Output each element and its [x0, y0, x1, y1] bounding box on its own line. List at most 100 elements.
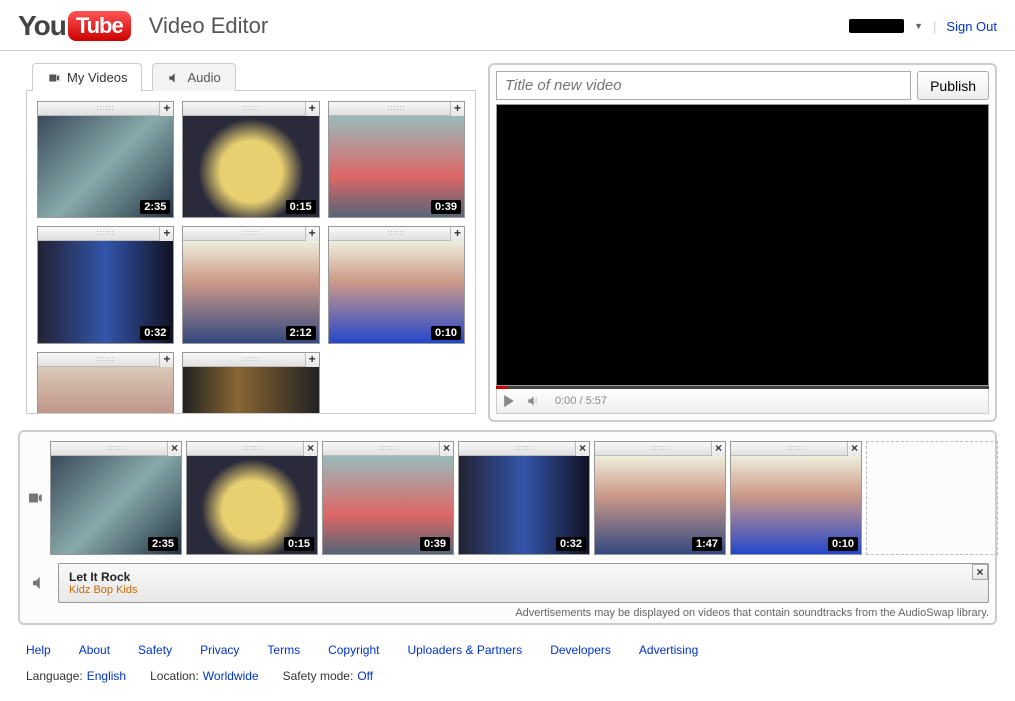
video-clip[interactable]: ::::::×1:47 — [594, 441, 726, 555]
tab-label: My Videos — [67, 70, 127, 85]
add-clip-button[interactable]: + — [305, 227, 319, 241]
empty-timeline-slot[interactable] — [866, 441, 998, 555]
remove-clip-button[interactable]: × — [847, 442, 861, 456]
app-header: You Tube Video Editor ▼ | Sign Out — [0, 0, 1015, 51]
user-menu[interactable] — [849, 19, 904, 33]
video-clip[interactable]: ::::::×0:15 — [186, 441, 318, 555]
drag-handle-icon[interactable]: :::::: — [97, 230, 115, 237]
footer-link[interactable]: Developers — [550, 643, 611, 657]
add-clip-button[interactable]: + — [450, 227, 464, 241]
audio-clip[interactable]: Let It Rock Kidz Bop Kids × — [58, 563, 989, 603]
tab-my-videos[interactable]: My Videos — [32, 63, 142, 91]
video-clip[interactable]: ::::::+ — [182, 352, 319, 414]
clip-duration: 2:35 — [148, 537, 178, 551]
camera-icon — [26, 489, 44, 507]
time-display: 0:00 / 5:57 — [555, 395, 607, 407]
video-clip[interactable]: ::::::+0:39 — [328, 101, 465, 218]
drag-handle-icon[interactable]: :::::: — [242, 356, 260, 363]
signout-link[interactable]: Sign Out — [946, 19, 997, 34]
video-clip[interactable]: ::::::+0:10 — [328, 226, 465, 343]
play-button[interactable] — [501, 393, 517, 409]
speaker-icon — [26, 574, 52, 592]
footer-link[interactable]: Terms — [267, 643, 300, 657]
youtube-logo[interactable]: You Tube — [18, 10, 131, 42]
footer: Help About Safety Privacy Terms Copyright Uplo… — [0, 625, 1015, 701]
safety-link[interactable]: Off — [357, 669, 373, 683]
add-clip-button[interactable]: + — [159, 227, 173, 241]
remove-clip-button[interactable]: × — [439, 442, 453, 456]
tab-audio[interactable]: Audio — [152, 63, 235, 91]
drag-handle-icon[interactable]: :::::: — [379, 445, 397, 452]
footer-link[interactable]: Uploaders & Partners — [407, 643, 522, 657]
drag-handle-icon[interactable]: :::::: — [651, 445, 669, 452]
remove-audio-button[interactable]: × — [972, 564, 988, 580]
footer-link[interactable]: Help — [26, 643, 51, 657]
audioswap-disclaimer: Advertisements may be displayed on video… — [26, 607, 989, 619]
separator: | — [933, 19, 936, 34]
audio-artist: Kidz Bop Kids — [69, 584, 137, 596]
drag-handle-icon[interactable]: :::::: — [243, 445, 261, 452]
drag-handle-icon[interactable]: :::::: — [787, 445, 805, 452]
drag-handle-icon[interactable]: :::::: — [387, 230, 405, 237]
tab-label: Audio — [187, 70, 220, 85]
language-label: Language: — [26, 669, 83, 683]
chevron-down-icon[interactable]: ▼ — [914, 21, 923, 31]
clip-duration: 2:35 — [140, 200, 170, 214]
clip-duration: 0:32 — [556, 537, 586, 551]
drag-handle-icon[interactable]: :::::: — [242, 105, 260, 112]
footer-link[interactable]: About — [79, 643, 110, 657]
video-clip[interactable]: ::::::×0:10 — [730, 441, 862, 555]
drag-handle-icon[interactable]: :::::: — [107, 445, 125, 452]
video-clip[interactable]: ::::::+2:12 — [182, 226, 319, 343]
remove-clip-button[interactable]: × — [711, 442, 725, 456]
clip-duration: 0:32 — [140, 326, 170, 340]
language-link[interactable]: English — [87, 669, 126, 683]
clip-thumbnail — [38, 367, 173, 414]
remove-clip-button[interactable]: × — [575, 442, 589, 456]
video-clip[interactable]: ::::::+0:32 — [37, 226, 174, 343]
remove-clip-button[interactable]: × — [303, 442, 317, 456]
clip-duration: 0:10 — [431, 326, 461, 340]
audio-track: Let It Rock Kidz Bop Kids × — [26, 563, 989, 603]
footer-link[interactable]: Privacy — [200, 643, 239, 657]
add-clip-button[interactable]: + — [305, 353, 319, 367]
remove-clip-button[interactable]: × — [167, 442, 181, 456]
video-library[interactable]: ::::::+2:35::::::+0:15::::::+0:39::::::+… — [26, 90, 476, 414]
location-link[interactable]: Worldwide — [203, 669, 259, 683]
clip-duration: 0:39 — [431, 200, 461, 214]
speaker-icon — [167, 71, 181, 85]
footer-link[interactable]: Copyright — [328, 643, 379, 657]
logo-text-you: You — [18, 10, 66, 42]
video-clip[interactable]: ::::::+ — [37, 352, 174, 414]
progress-bar[interactable] — [496, 386, 989, 389]
video-clip[interactable]: ::::::×0:39 — [322, 441, 454, 555]
footer-link[interactable]: Safety — [138, 643, 172, 657]
add-clip-button[interactable]: + — [305, 102, 319, 116]
video-clip[interactable]: ::::::+2:35 — [37, 101, 174, 218]
clip-duration: 1:47 — [692, 537, 722, 551]
logo-text-tube: Tube — [68, 11, 131, 41]
video-clip[interactable]: ::::::×2:35 — [50, 441, 182, 555]
timeline-panel: ::::::×2:35::::::×0:15::::::×0:39::::::×… — [18, 430, 997, 625]
add-clip-button[interactable]: + — [159, 102, 173, 116]
drag-handle-icon[interactable]: :::::: — [387, 105, 405, 112]
video-title-input[interactable] — [496, 71, 911, 100]
volume-button[interactable] — [525, 393, 541, 409]
drag-handle-icon[interactable]: :::::: — [515, 445, 533, 452]
clip-duration: 0:15 — [286, 200, 316, 214]
clip-thumbnail — [183, 367, 318, 414]
camera-icon — [47, 71, 61, 85]
video-preview[interactable] — [496, 104, 989, 386]
drag-handle-icon[interactable]: :::::: — [97, 356, 115, 363]
clip-duration: 0:15 — [284, 537, 314, 551]
editor-panel: Publish 0:00 / 5:57 — [488, 63, 997, 422]
video-clip[interactable]: ::::::+0:15 — [182, 101, 319, 218]
footer-link[interactable]: Advertising — [639, 643, 698, 657]
page-title: Video Editor — [149, 13, 268, 39]
video-clip[interactable]: ::::::×0:32 — [458, 441, 590, 555]
drag-handle-icon[interactable]: :::::: — [97, 105, 115, 112]
add-clip-button[interactable]: + — [159, 353, 173, 367]
publish-button[interactable]: Publish — [917, 71, 989, 100]
add-clip-button[interactable]: + — [450, 102, 464, 116]
drag-handle-icon[interactable]: :::::: — [242, 230, 260, 237]
